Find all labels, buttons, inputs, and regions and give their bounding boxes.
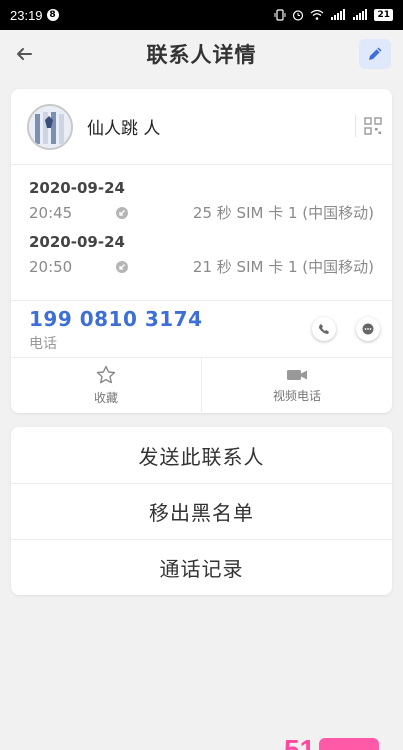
watermark-logo: 51 [284, 738, 380, 750]
contact-card: 仙人跳 人 2020-09-24 20:45 25 秒 SIM 卡 1 (中国移… [11, 89, 392, 413]
record-detail: 21 秒 SIM 卡 1 (中国移动) [192, 258, 374, 276]
status-time: 23:19 [10, 7, 43, 23]
star-icon [96, 365, 116, 383]
watermark-pill [319, 738, 380, 750]
contact-header: 仙人跳 人 [11, 89, 392, 165]
send-contact-button[interactable]: 发送此联系人 [11, 427, 392, 483]
action-bar: 收藏 视频电话 [11, 358, 392, 412]
record-time: 20:50 [29, 257, 73, 276]
pencil-icon [369, 47, 382, 60]
notification-badge: 8 [46, 9, 59, 21]
incoming-call-icon [116, 260, 128, 273]
video-call-button[interactable]: 视频电话 [201, 358, 392, 412]
divider [355, 115, 356, 137]
record-row: 20:50 21 秒 SIM 卡 1 (中国移动) [29, 256, 374, 277]
status-icons: 21 [274, 9, 393, 21]
contact-name: 仙人跳 人 [87, 119, 161, 139]
edit-button[interactable] [359, 39, 391, 69]
record-detail: 25 秒 SIM 卡 1 (中国移动) [192, 204, 374, 222]
call-button[interactable] [312, 317, 336, 341]
qr-code-icon [364, 117, 382, 135]
video-call-label: 视频电话 [272, 388, 321, 403]
incoming-call-icon [116, 206, 128, 219]
avatar-image [29, 105, 71, 148]
status-bar: 23:19 8 21 [0, 0, 403, 30]
qr-code-button[interactable] [364, 117, 382, 135]
phone-block[interactable]: 199 0810 3174 电话 [11, 301, 392, 358]
back-button[interactable] [10, 40, 38, 68]
alarm-icon [293, 10, 304, 21]
call-records: 2020-09-24 20:45 25 秒 SIM 卡 1 (中国移动) 202… [11, 165, 392, 301]
app-bar: 联系人详情 [0, 30, 403, 78]
phone-icon [319, 324, 329, 334]
favorite-label: 收藏 [93, 390, 118, 405]
record-date: 2020-09-24 [29, 233, 125, 251]
record-date: 2020-09-24 [29, 179, 125, 197]
record-row: 20:45 25 秒 SIM 卡 1 (中国移动) [29, 202, 374, 223]
battery-level: 21 [374, 9, 393, 21]
vibrate-icon [274, 9, 286, 21]
watermark-text: 51 [284, 738, 315, 750]
favorite-button[interactable]: 收藏 [11, 358, 201, 412]
signal-icon [331, 9, 346, 20]
record-time: 20:45 [29, 203, 73, 222]
wifi-icon [311, 9, 324, 20]
remove-blacklist-button[interactable]: 移出黑名单 [11, 483, 392, 539]
avatar[interactable] [27, 103, 73, 150]
video-camera-icon [287, 369, 307, 380]
page-title: 联系人详情 [146, 43, 257, 67]
message-icon [362, 323, 374, 335]
signal-icon-2 [353, 9, 368, 20]
call-log-button[interactable]: 通话记录 [11, 539, 392, 595]
message-button[interactable] [356, 317, 380, 341]
menu-card: 发送此联系人 移出黑名单 通话记录 [11, 427, 392, 595]
back-arrow-icon [17, 48, 32, 60]
